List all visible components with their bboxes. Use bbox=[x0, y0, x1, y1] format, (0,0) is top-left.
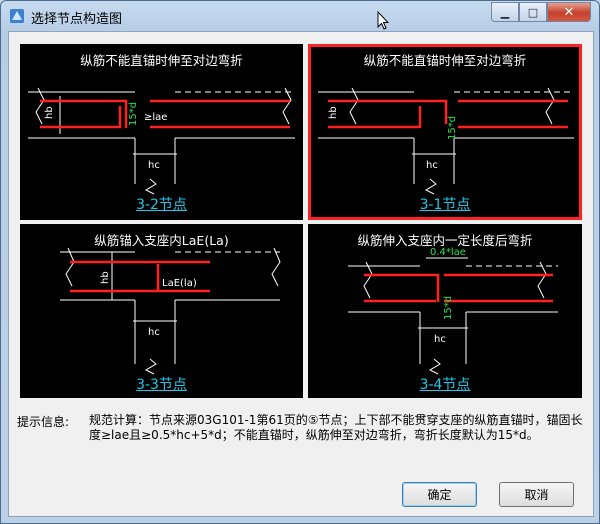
app-icon bbox=[10, 9, 24, 23]
dialog-window: 选择节点构造图 ▁ □ ✕ 纵筋不能直锚时伸至对边弯折 hb 15*d ≥lae… bbox=[0, 0, 600, 524]
node-panel-3-1[interactable]: 纵筋不能直锚时伸至对边弯折 hb 15*d hc 3-1节点 bbox=[308, 44, 582, 220]
node-panel-3-2[interactable]: 纵筋不能直锚时伸至对边弯折 hb 15*d ≥lae hc 3-2节点 bbox=[20, 44, 303, 220]
ok-button[interactable]: 确定 bbox=[402, 482, 477, 507]
cancel-button[interactable]: 取消 bbox=[499, 482, 574, 507]
node-panel-3-4[interactable]: 纵筋伸入支座内一定长度后弯折 0.4*lae 15*d hc 3-4节点 bbox=[308, 224, 582, 398]
dialog-client-area: 纵筋不能直锚时伸至对边弯折 hb 15*d ≥lae hc 3-2节点 纵筋不能… bbox=[8, 31, 594, 517]
hb-dim-label: hb bbox=[100, 271, 111, 284]
window-title: 选择节点构造图 bbox=[31, 12, 123, 27]
node-diagram: 0.4*lae 15*d hc bbox=[348, 247, 558, 375]
minimize-icon: ▁ bbox=[500, 5, 510, 19]
node-link-3-2[interactable]: 3-2节点 bbox=[20, 194, 303, 214]
node-diagram: hb LaE(la) hc bbox=[60, 247, 281, 375]
maximize-icon: □ bbox=[527, 5, 539, 19]
bend-length-label: 15*d bbox=[128, 102, 139, 126]
maximize-button[interactable]: □ bbox=[519, 2, 547, 22]
lae-label: LaE(la) bbox=[162, 278, 197, 289]
close-icon: ✕ bbox=[563, 4, 575, 20]
hc-dim-label: hc bbox=[148, 327, 160, 338]
info-label: 提示信息: bbox=[17, 415, 70, 429]
hc-dim-label: hc bbox=[148, 160, 160, 171]
node-link-3-3[interactable]: 3-3节点 bbox=[20, 374, 303, 394]
node-link-3-4[interactable]: 3-4节点 bbox=[308, 374, 582, 394]
bend-length-label: 15*d bbox=[447, 116, 458, 140]
close-button[interactable]: ✕ bbox=[547, 2, 591, 22]
hc-dim-label: hc bbox=[426, 160, 438, 171]
bend-length-label: 15*d bbox=[443, 296, 454, 320]
mouse-cursor-icon bbox=[377, 11, 389, 30]
node-panel-3-3[interactable]: 纵筋锚入支座内LaE(La) hb LaE(la) hc 3-3节点 bbox=[20, 224, 303, 398]
info-text: 规范计算：节点来源03G101-1第61页的⑤节点；上下部不能贯穿支座的纵筋直锚… bbox=[89, 413, 583, 442]
node-link-3-1[interactable]: 3-1节点 bbox=[308, 194, 582, 214]
hb-dim-label: hb bbox=[328, 106, 339, 119]
hb-dim-label: hb bbox=[44, 106, 55, 119]
hc-dim-label: hc bbox=[434, 334, 446, 345]
lae-label: ≥lae bbox=[144, 112, 167, 123]
minimize-button[interactable]: ▁ bbox=[491, 2, 519, 22]
anchor-length-label: 0.4*lae bbox=[430, 247, 466, 258]
title-bar[interactable]: 选择节点构造图 ▁ □ ✕ bbox=[1, 1, 599, 31]
